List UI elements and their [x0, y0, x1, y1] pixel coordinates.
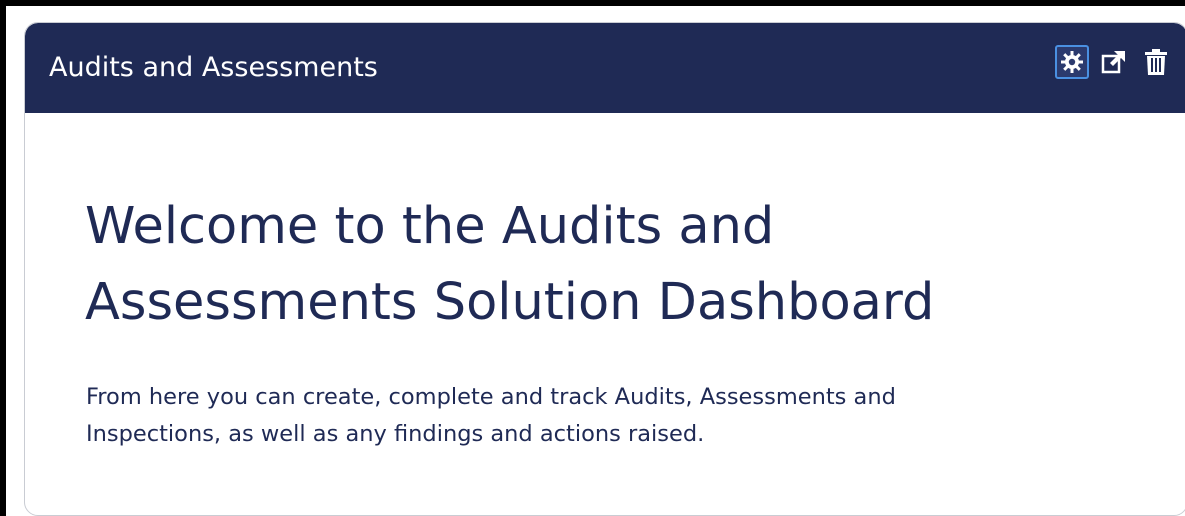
widget-toolbar — [1055, 45, 1173, 79]
settings-button[interactable] — [1055, 45, 1089, 79]
welcome-description-line2: Inspections, as well as any findings and… — [86, 421, 705, 447]
delete-button[interactable] — [1139, 45, 1173, 79]
trash-icon — [1143, 48, 1169, 76]
welcome-heading-line2: Assessments Solution Dashboard — [85, 273, 935, 332]
welcome-description: From here you can create, complete and t… — [86, 379, 1166, 453]
welcome-heading-line1: Welcome to the Audits and — [85, 197, 775, 256]
widget-title: Audits and Assessments — [49, 52, 378, 83]
widget-header: Audits and Assessments — [25, 23, 1185, 113]
welcome-description-line1: From here you can create, complete and t… — [86, 384, 896, 410]
dashboard-frame: Audits and Assessments Welcome to the Au… — [0, 0, 1185, 516]
audits-widget: Audits and Assessments Welcome to the Au… — [24, 22, 1185, 516]
gear-icon — [1060, 50, 1084, 74]
welcome-heading: Welcome to the Audits and Assessments So… — [85, 189, 1145, 341]
external-link-icon — [1101, 49, 1127, 75]
pop-out-button[interactable] — [1097, 45, 1131, 79]
